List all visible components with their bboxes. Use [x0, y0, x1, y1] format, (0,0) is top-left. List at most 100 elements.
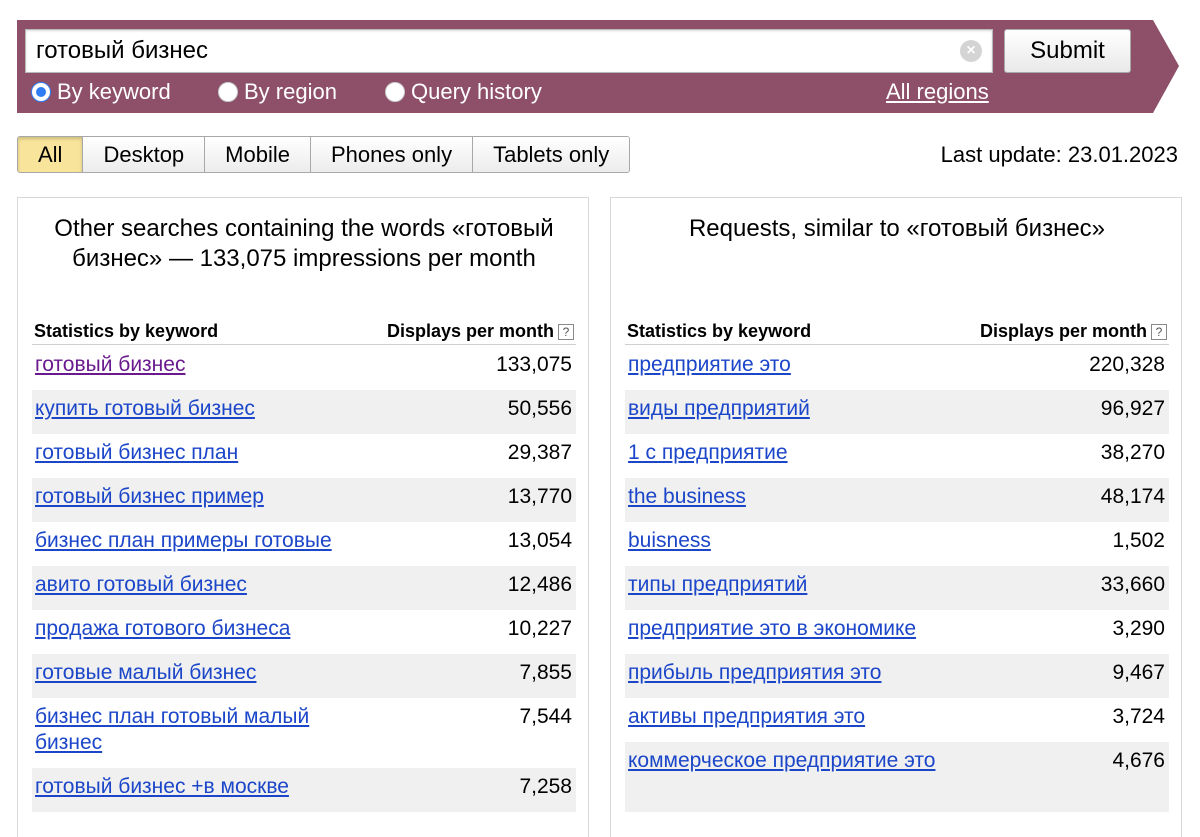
- displays-count: 220,328: [1089, 353, 1165, 376]
- tab-all[interactable]: All: [18, 137, 83, 172]
- displays-count: 3,290: [1112, 617, 1165, 640]
- radio-unchecked-icon[interactable]: [218, 82, 238, 102]
- keyword-link[interactable]: the business: [628, 484, 746, 510]
- table-row: готовый бизнес план 29,387: [32, 434, 576, 478]
- radio-unchecked-icon[interactable]: [385, 82, 405, 102]
- keyword-link[interactable]: виды предприятий: [628, 396, 810, 422]
- displays-count: 50,556: [507, 397, 572, 420]
- keyword-link[interactable]: авито готовый бизнес: [35, 572, 247, 598]
- displays-count: 133,075: [496, 353, 572, 376]
- keyword-link[interactable]: бизнес план примеры готовые: [35, 528, 332, 554]
- displays-count: 38,270: [1100, 441, 1165, 464]
- table-row: buisness 1,502: [625, 522, 1169, 566]
- displays-count: 29,387: [507, 441, 572, 464]
- table-row: 1 с предприятие 38,270: [625, 434, 1169, 478]
- displays-count: 48,174: [1100, 485, 1165, 508]
- keyword-link[interactable]: предприятие это в экономике: [628, 616, 916, 642]
- table-row: the business 48,174: [625, 478, 1169, 522]
- tab-mobile[interactable]: Mobile: [204, 137, 310, 172]
- displays-count: 7,855: [519, 661, 572, 684]
- panel-title: Requests, similar to «готовый бизнес»: [688, 215, 1106, 242]
- table-row: предприятие это в экономике 3,290: [625, 610, 1169, 654]
- search-bar: × Submit By keyword By region Query hist…: [17, 20, 1179, 113]
- keyword-link[interactable]: купить готовый бизнес: [35, 396, 255, 422]
- keyword-link[interactable]: buisness: [628, 528, 711, 554]
- radio-label: By region: [244, 79, 337, 104]
- displays-count: 96,927: [1100, 397, 1165, 420]
- displays-count: 9,467: [1112, 661, 1165, 684]
- table-row: готовый бизнес пример 13,770: [32, 478, 576, 522]
- last-update: Last update: 23.01.2023: [940, 142, 1178, 167]
- radio-label: By keyword: [57, 79, 171, 104]
- keyword-link[interactable]: готовый бизнес план: [35, 440, 238, 466]
- device-tabs: All Desktop Mobile Phones only Tablets o…: [17, 136, 631, 173]
- column-header-displays: Displays per month?: [387, 321, 574, 342]
- keyword-link[interactable]: готовый бизнес +в москве: [35, 774, 289, 800]
- radio-query-history[interactable]: Query history: [385, 78, 542, 106]
- table-row: предприятие это 220,328: [625, 346, 1169, 390]
- radio-label: Query history: [411, 79, 542, 104]
- displays-count: 4,676: [1112, 749, 1165, 772]
- all-regions-link[interactable]: All regions: [886, 78, 989, 106]
- divider: [32, 344, 576, 345]
- panel-title: Other searches containing the words «гот…: [54, 215, 554, 272]
- table-row: готовый бизнес 133,075: [32, 346, 576, 390]
- keyword-link[interactable]: предприятие это: [628, 352, 791, 378]
- tab-phones-only[interactable]: Phones only: [309, 137, 473, 172]
- displays-count: 33,660: [1100, 573, 1165, 596]
- search-field[interactable]: ×: [25, 29, 993, 73]
- other-searches-panel: Other searches containing the words «гот…: [17, 197, 589, 837]
- displays-count: 7,544: [519, 705, 572, 728]
- divider: [625, 344, 1169, 345]
- table-row: продажа готового бизнеса 10,227: [32, 610, 576, 654]
- keyword-link[interactable]: коммерческое предприятие это: [628, 748, 935, 774]
- clear-icon[interactable]: ×: [960, 40, 982, 62]
- table-row: виды предприятий 96,927: [625, 390, 1169, 434]
- table-row: купить готовый бизнес 50,556: [32, 390, 576, 434]
- table-row: типы предприятий 33,660: [625, 566, 1169, 610]
- column-header-label: Displays per month: [979, 320, 1147, 341]
- radio-by-region[interactable]: By region: [218, 78, 337, 106]
- keyword-link[interactable]: типы предприятий: [628, 572, 807, 598]
- column-header-keyword: Statistics by keyword: [34, 320, 219, 341]
- keyword-link[interactable]: 1 с предприятие: [628, 440, 788, 466]
- column-header-displays: Displays per month?: [980, 321, 1167, 342]
- table-header: Statistics by keyword Displays per month…: [34, 318, 574, 344]
- keyword-table: предприятие это 220,328 виды предприятий…: [625, 346, 1169, 812]
- displays-count: 3,724: [1112, 705, 1165, 728]
- radio-by-keyword[interactable]: By keyword: [31, 78, 171, 106]
- help-icon[interactable]: ?: [558, 323, 574, 340]
- keyword-table: готовый бизнес 133,075 купить готовый би…: [32, 346, 576, 812]
- table-row: бизнес план готовый малый бизнес 7,544: [32, 698, 576, 768]
- displays-count: 10,227: [507, 617, 572, 640]
- submit-button[interactable]: Submit: [1004, 29, 1131, 73]
- similar-requests-panel: Requests, similar to «готовый бизнес» St…: [610, 197, 1182, 837]
- keyword-link[interactable]: готовый бизнес пример: [35, 484, 264, 510]
- table-row: прибыль предприятия это 9,467: [625, 654, 1169, 698]
- tab-desktop[interactable]: Desktop: [82, 137, 205, 172]
- table-row: авито готовый бизнес 12,486: [32, 566, 576, 610]
- help-icon[interactable]: ?: [1151, 323, 1167, 340]
- table-row: активы предприятия это 3,724: [625, 698, 1169, 742]
- keyword-link[interactable]: готовые малый бизнес: [35, 660, 256, 686]
- column-header-keyword: Statistics by keyword: [627, 320, 812, 341]
- table-row: готовые малый бизнес 7,855: [32, 654, 576, 698]
- search-input[interactable]: [26, 30, 956, 72]
- displays-count: 12,486: [507, 573, 572, 596]
- displays-count: 13,770: [507, 485, 572, 508]
- keyword-link[interactable]: прибыль предприятия это: [628, 660, 881, 686]
- displays-count: 7,258: [519, 775, 572, 798]
- column-header-label: Displays per month: [386, 320, 554, 341]
- keyword-link[interactable]: бизнес план готовый малый бизнес: [35, 704, 365, 756]
- table-header: Statistics by keyword Displays per month…: [627, 318, 1167, 344]
- displays-count: 13,054: [507, 529, 572, 552]
- radio-checked-icon[interactable]: [31, 82, 51, 102]
- table-row: коммерческое предприятие это 4,676: [625, 742, 1169, 812]
- table-row: бизнес план примеры готовые 13,054: [32, 522, 576, 566]
- table-row: готовый бизнес +в москве 7,258: [32, 768, 576, 812]
- keyword-link[interactable]: готовый бизнес: [35, 352, 185, 378]
- displays-count: 1,502: [1112, 529, 1165, 552]
- keyword-link[interactable]: активы предприятия это: [628, 704, 865, 730]
- keyword-link[interactable]: продажа готового бизнеса: [35, 616, 290, 642]
- tab-tablets-only[interactable]: Tablets only: [472, 137, 630, 172]
